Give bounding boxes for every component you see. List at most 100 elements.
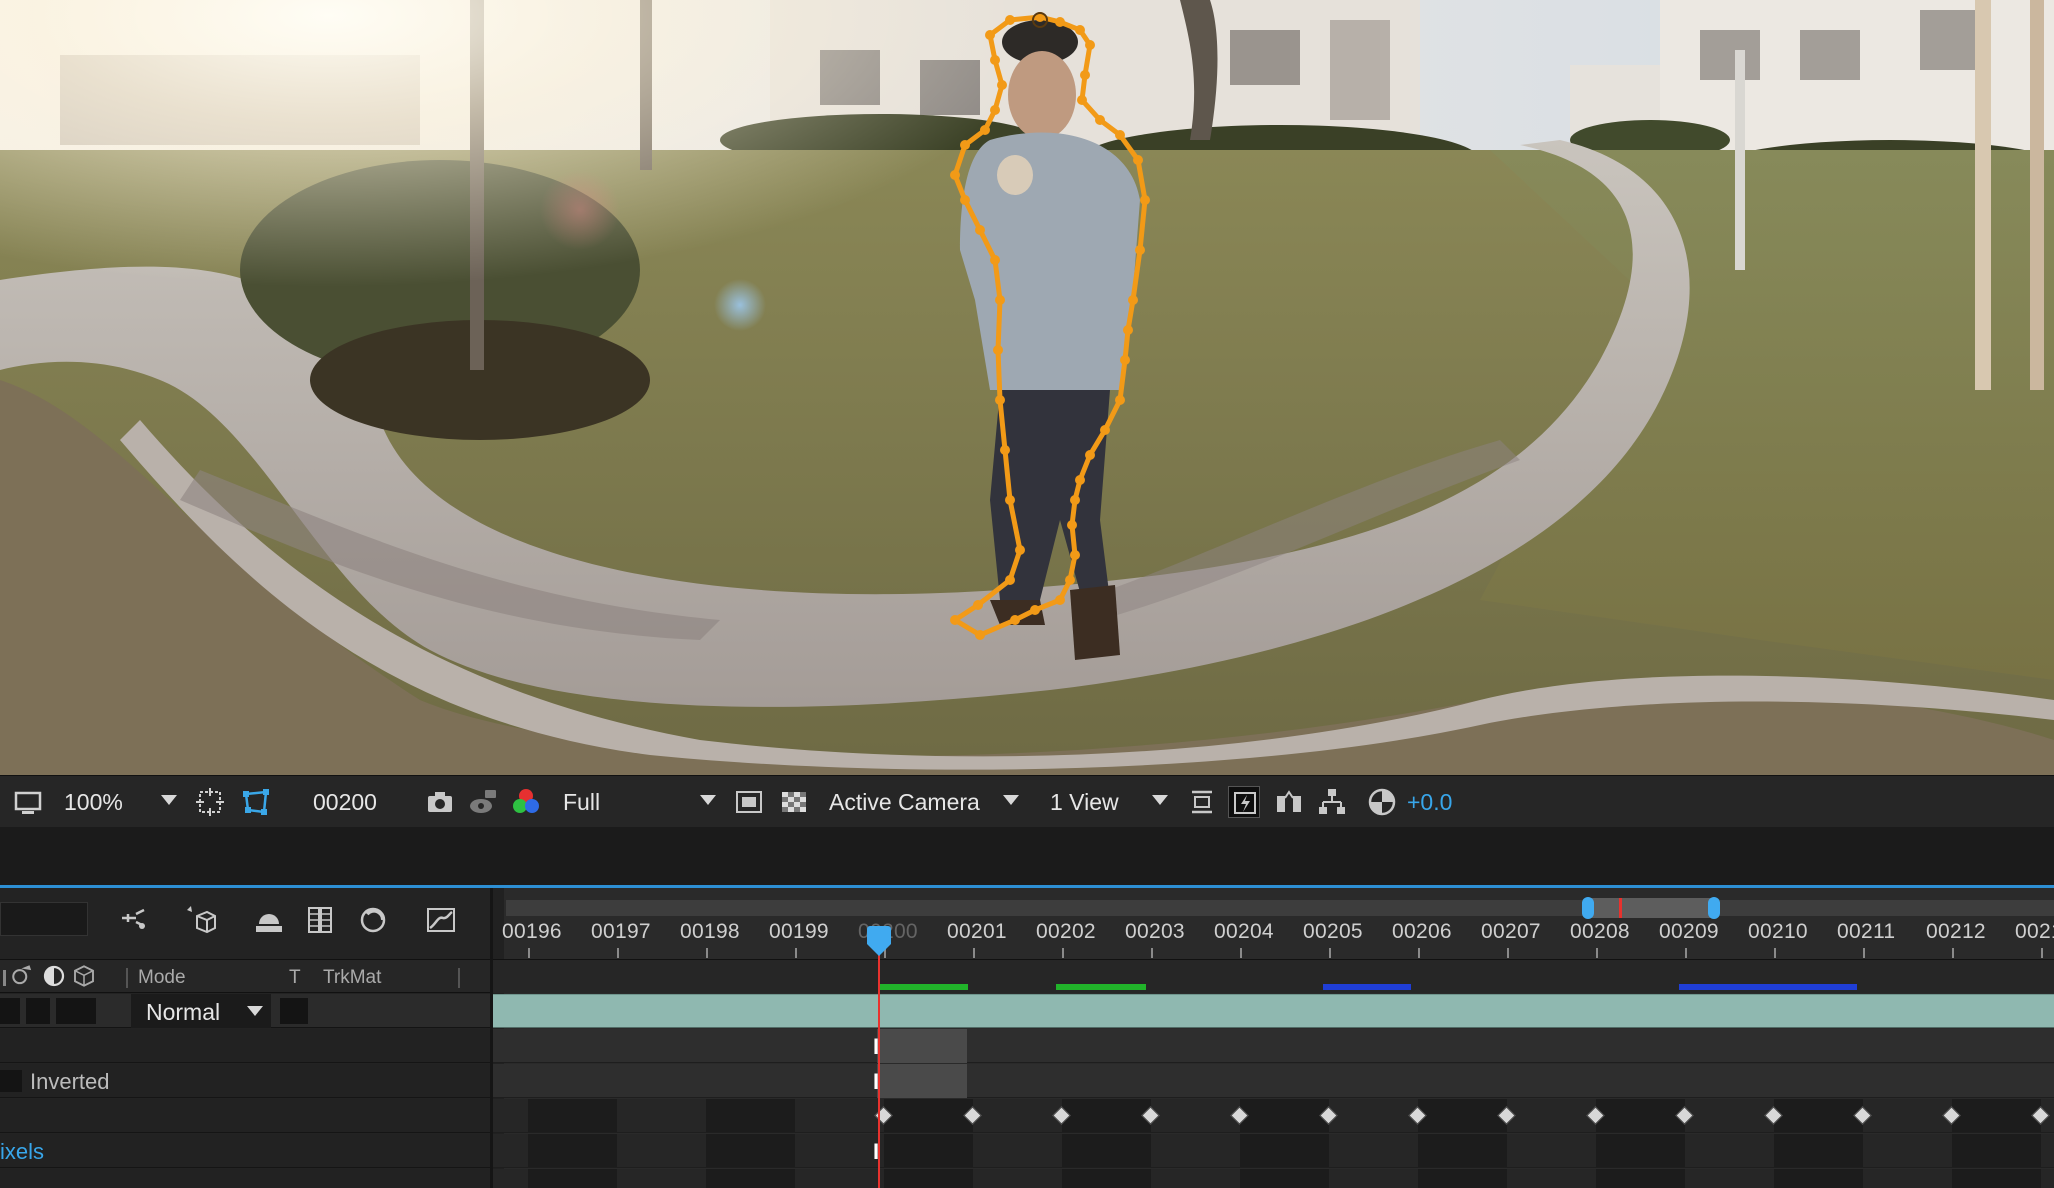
view-layout-chevron-icon[interactable] [1152, 795, 1168, 805]
layer-switch-box[interactable] [0, 998, 20, 1024]
reset-exposure-icon[interactable] [1186, 786, 1218, 818]
composition-viewer[interactable] [0, 0, 2054, 775]
mask-vertex[interactable] [1077, 95, 1087, 105]
mask-vertex[interactable] [1005, 495, 1015, 505]
mask-vertex[interactable] [1005, 575, 1015, 585]
mask-vertex[interactable] [985, 30, 995, 40]
mask-vertex[interactable] [1070, 495, 1080, 505]
shy-icon[interactable] [118, 904, 150, 936]
ruler-label: 00207 [1481, 920, 1541, 943]
timeline-track-area[interactable]: 0019600197001980019900200002010020200203… [493, 888, 2054, 1188]
mask-vertex[interactable] [995, 295, 1005, 305]
mask-vertex[interactable] [980, 125, 990, 135]
mask-vertex[interactable] [1095, 115, 1105, 125]
transparency-grid-icon[interactable] [778, 786, 810, 818]
comp-3d-icon[interactable] [185, 904, 217, 936]
frame-blend-icon[interactable] [305, 904, 337, 936]
draft-3d-icon[interactable] [1273, 786, 1305, 818]
playhead-handle[interactable] [867, 926, 891, 944]
mask-vertex[interactable] [1070, 550, 1080, 560]
mask-vertex[interactable] [1067, 520, 1077, 530]
property-row: ixels [0, 1134, 490, 1168]
mask-vertex[interactable] [1080, 70, 1090, 80]
mask-vertex[interactable] [960, 195, 970, 205]
mask-vertex[interactable] [1010, 615, 1020, 625]
mask-vertex[interactable] [960, 140, 970, 150]
mask-options-row: Inverted [0, 1064, 490, 1098]
layer-switch-box[interactable] [26, 998, 50, 1024]
monitor-icon[interactable] [12, 786, 44, 818]
region-of-interest-icon[interactable] [733, 786, 765, 818]
mask-vertex[interactable] [1075, 25, 1085, 35]
mask-vertex[interactable] [990, 255, 1000, 265]
fast-preview-icon[interactable] [1228, 786, 1260, 818]
motion-blur-icon[interactable] [253, 904, 285, 936]
mask-vertex[interactable] [973, 600, 983, 610]
ruler-label: 00202 [1036, 920, 1096, 943]
mask-vertex[interactable] [975, 630, 985, 640]
zoom-level[interactable]: 100% [64, 776, 123, 828]
mask-vertex[interactable] [1128, 295, 1138, 305]
mask-vertex[interactable] [1115, 130, 1125, 140]
mask-vertex[interactable] [1120, 355, 1130, 365]
mask-vertex[interactable] [1005, 15, 1015, 25]
mask-vertex[interactable] [1000, 445, 1010, 455]
mask-vertex[interactable] [1085, 450, 1095, 460]
mask-vertex[interactable] [975, 225, 985, 235]
layer-switch-box[interactable] [72, 998, 96, 1024]
mask-vertex[interactable] [1085, 40, 1095, 50]
mask-vertex[interactable] [1055, 17, 1065, 27]
mask-vertex[interactable] [1075, 475, 1085, 485]
zoom-dropdown-chevron-icon[interactable] [161, 795, 177, 805]
view-layout-select[interactable]: 1 View [1050, 776, 1119, 828]
mask-vertex[interactable] [1140, 195, 1150, 205]
mask-vertex[interactable] [997, 80, 1007, 90]
mask-vertex[interactable] [990, 105, 1000, 115]
color-channels-icon[interactable] [510, 786, 542, 818]
blend-mode-select[interactable]: Normal [131, 994, 271, 1028]
mask-vertex[interactable] [1055, 595, 1065, 605]
mask-options-track-row: I [493, 1064, 2054, 1098]
layer-row[interactable]: Normal [0, 994, 490, 1028]
exposure-icon[interactable] [1366, 786, 1398, 818]
flowchart-icon[interactable] [1316, 786, 1348, 818]
show-snapshot-icon[interactable] [467, 786, 499, 818]
frame-shade [706, 1169, 795, 1188]
mask-vertex[interactable] [990, 55, 1000, 65]
layer-search-input[interactable] [0, 902, 88, 936]
camera-select[interactable]: Active Camera [829, 776, 980, 828]
resolution-select[interactable]: Full [563, 776, 600, 828]
mask-vertex[interactable] [1015, 545, 1025, 555]
mask-vertex[interactable] [1133, 155, 1143, 165]
camera-snapshot-icon[interactable] [424, 786, 456, 818]
grid-icon[interactable] [194, 786, 226, 818]
mask-vertex[interactable] [950, 615, 960, 625]
resolution-chevron-icon[interactable] [700, 795, 716, 805]
playhead-line[interactable] [878, 948, 880, 1188]
mask-vertex[interactable] [1030, 605, 1040, 615]
frame-shade [1418, 1134, 1507, 1167]
mask-vertex[interactable] [1123, 325, 1133, 335]
exposure-value[interactable]: +0.0 [1407, 776, 1452, 828]
mask-vertex[interactable] [1115, 395, 1125, 405]
draft-icon[interactable] [357, 904, 389, 936]
graph-editor-icon[interactable] [425, 904, 457, 936]
frame-shade [884, 1099, 973, 1132]
ruler-tick [1240, 948, 1242, 958]
track-matte-toggle[interactable] [280, 998, 308, 1024]
mask-vertex[interactable] [1100, 425, 1110, 435]
mask-vertex[interactable] [1135, 245, 1145, 255]
property-value-link[interactable]: ixels [0, 1139, 44, 1165]
time-ruler[interactable]: 0019600197001980019900200002010020200203… [493, 888, 2054, 958]
mask-vertex[interactable] [950, 170, 960, 180]
layer-duration-bar[interactable] [493, 994, 2054, 1028]
inverted-checkbox[interactable] [0, 1070, 22, 1092]
mask-vertex[interactable] [1065, 575, 1075, 585]
current-timecode[interactable]: 00200 [313, 776, 377, 828]
camera-chevron-icon[interactable] [1003, 795, 1019, 805]
layer-3d-column-icon [72, 964, 96, 988]
mask-toggle-icon[interactable] [240, 786, 272, 818]
mask-vertex[interactable] [995, 395, 1005, 405]
mask-vertex[interactable] [993, 345, 1003, 355]
playhead-handle-tip[interactable] [867, 944, 891, 956]
